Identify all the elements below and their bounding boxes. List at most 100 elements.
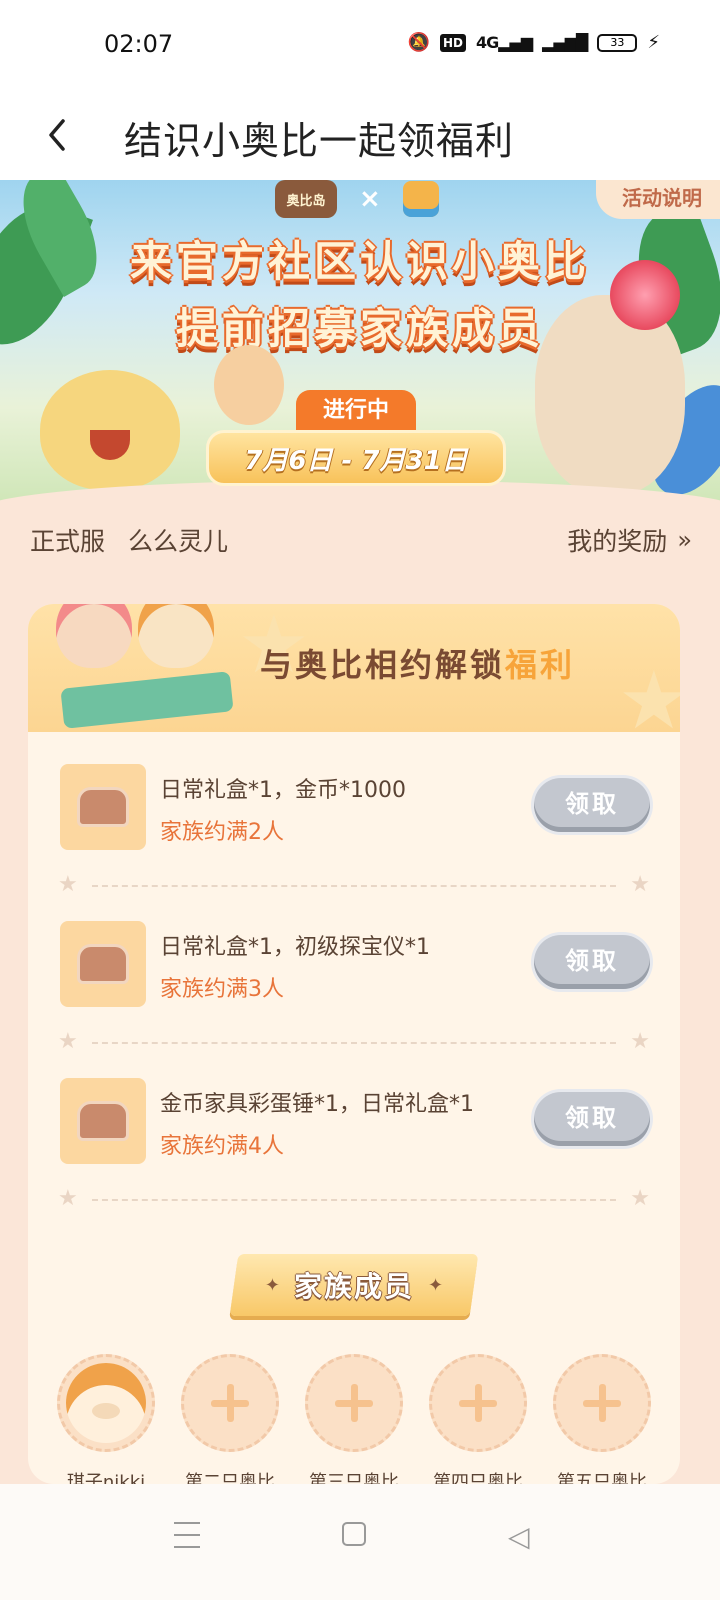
- plus-icon: [350, 1384, 358, 1422]
- banner-logos: 奥比岛 ×: [275, 180, 439, 218]
- plus-icon: [226, 1384, 234, 1422]
- rewards-card-title: 与奥比相约解锁福利: [260, 640, 575, 686]
- add-member-button: [305, 1354, 403, 1452]
- plus-icon: [598, 1384, 606, 1422]
- my-rewards-label: 我的奖励: [567, 527, 668, 556]
- activity-rules-button[interactable]: 活动说明: [596, 180, 720, 219]
- member-slot[interactable]: 第三只奥比: [304, 1354, 404, 1484]
- claim-button[interactable]: 领取: [534, 935, 650, 989]
- reward-item: 日常礼盒*1，初级探宝仪*1 家族约满3人 领取: [60, 921, 650, 1011]
- status-bar: 02:07 🔕 HD 4G▂▄▆ ▂▄▆█ 33 ⚡: [0, 0, 720, 90]
- dashed-line: [92, 1042, 616, 1044]
- member-name: 琪子nikki: [66, 1472, 146, 1484]
- claim-button[interactable]: 领取: [534, 778, 650, 832]
- chest-shape: [77, 787, 129, 827]
- family-members-ribbon: ✦ 家族成员 ✦: [229, 1254, 479, 1316]
- chevron-left-icon: [49, 119, 65, 151]
- reward-name: 金币家具彩蛋锤*1，日常礼盒*1: [160, 1092, 474, 1117]
- plus-icon: [474, 1384, 482, 1422]
- aobi-island-logo: 奥比岛: [275, 180, 337, 218]
- rewards-card: ★ ★ 与奥比相约解锁福利 日常礼盒*1，金币*1000 家族约满2人 领取 ★…: [28, 604, 680, 1484]
- add-member-button: [429, 1354, 527, 1452]
- rewards-title-main: 与奥比相约解锁: [260, 646, 506, 684]
- rose-decoration: [610, 260, 680, 330]
- battery-icon: 33: [597, 33, 638, 52]
- home-square-icon[interactable]: [342, 1522, 366, 1546]
- treasure-map-illustration: [60, 671, 234, 729]
- chest-coins-icon: [60, 764, 146, 850]
- member-slot[interactable]: 第四只奥比: [428, 1354, 528, 1484]
- pink-bear-mascot: [56, 604, 132, 668]
- reward-condition: 家族约满2人: [160, 820, 284, 845]
- bell-off-icon: 🔕: [407, 32, 430, 53]
- back-triangle-icon[interactable]: ◁: [508, 1520, 530, 1553]
- chest-hammer-icon: [60, 1078, 146, 1164]
- rewards-title-highlight: 福利: [505, 646, 576, 684]
- battery-level: 33: [610, 35, 625, 49]
- star-decoration: ★: [618, 654, 680, 747]
- star-icon: ★: [58, 1029, 78, 1054]
- star-icon: ★: [630, 872, 650, 897]
- bear-avatar-icon: [66, 1363, 146, 1443]
- member-slot[interactable]: 第五只奥比: [552, 1354, 652, 1484]
- member-slot[interactable]: 第二只奥比: [180, 1354, 280, 1484]
- event-status-badge: 进行中: [296, 390, 416, 432]
- ribbon-inner: ✦ 家族成员 ✦: [234, 1254, 474, 1316]
- sparkle-icon: ✦: [428, 1274, 444, 1296]
- divider: ★ ★: [58, 1029, 650, 1055]
- member-name: 第三只奥比: [309, 1472, 399, 1484]
- divider: ★ ★: [58, 1186, 650, 1212]
- member-name: 第五只奥比: [557, 1472, 647, 1484]
- server-label: 正式服: [30, 527, 106, 556]
- mascot-boy-illustration: [214, 345, 284, 425]
- signal-4g-icon: 4G▂▄▆: [475, 33, 533, 52]
- member-name: 第二只奥比: [185, 1472, 275, 1484]
- menu-icon[interactable]: [174, 1522, 200, 1548]
- reward-condition: 家族约满3人: [160, 977, 284, 1002]
- reward-item: 日常礼盒*1，金币*1000 家族约满2人 领取: [60, 764, 650, 854]
- collab-x: ×: [359, 184, 381, 214]
- add-member-button: [553, 1354, 651, 1452]
- orange-bear-mascot: [138, 604, 214, 668]
- charging-icon: ⚡: [647, 32, 660, 53]
- divider: ★ ★: [58, 872, 650, 898]
- reward-name: 日常礼盒*1，金币*1000: [160, 778, 406, 803]
- chest-detector-icon: [60, 921, 146, 1007]
- back-button[interactable]: [32, 108, 82, 162]
- reward-name: 日常礼盒*1，初级探宝仪*1: [160, 935, 430, 960]
- header: 结识小奥比一起领福利: [0, 90, 720, 180]
- double-chevron-right-icon: »: [677, 526, 692, 554]
- star-icon: ★: [58, 1186, 78, 1211]
- chest-shape: [77, 944, 129, 984]
- rewards-card-header: ★ ★ 与奥比相约解锁福利: [28, 604, 680, 747]
- server-name: 么么灵儿: [128, 527, 229, 556]
- star-icon: ★: [630, 1029, 650, 1054]
- event-date-range: 7月6日 - 7月31日: [206, 430, 506, 486]
- add-member-button: [181, 1354, 279, 1452]
- sparkle-icon: ✦: [264, 1274, 280, 1296]
- chest-shape: [77, 1101, 129, 1141]
- signal-bars-icon: ▂▄▆█: [542, 33, 588, 52]
- event-banner: 奥比岛 × 活动说明 来官方社区认识小奥比 提前招募家族成员 进行中 7月6日 …: [0, 180, 720, 505]
- my-rewards-link[interactable]: 我的奖励 »: [567, 522, 692, 558]
- star-icon: ★: [58, 872, 78, 897]
- network-type: 4G: [475, 33, 499, 52]
- system-nav-bar: ◁: [0, 1484, 720, 1600]
- dashed-line: [92, 885, 616, 887]
- star-icon: ★: [630, 1186, 650, 1211]
- reward-item: 金币家具彩蛋锤*1，日常礼盒*1 家族约满4人 领取: [60, 1078, 650, 1168]
- hd-icon: HD: [439, 33, 466, 52]
- claim-button[interactable]: 领取: [534, 1092, 650, 1146]
- dashed-line: [92, 1199, 616, 1201]
- reward-condition: 家族约满4人: [160, 1134, 284, 1159]
- member-slot[interactable]: 琪子nikki: [56, 1354, 156, 1484]
- family-members-list: 琪子nikki 第二只奥比 第三只奥比 第四只奥比 第五只奥比: [56, 1354, 656, 1484]
- family-members-title: 家族成员: [293, 1270, 414, 1303]
- page-title: 结识小奥比一起领福利: [124, 119, 515, 163]
- status-time: 02:07: [104, 30, 174, 58]
- avatar: [57, 1354, 155, 1452]
- community-logo: [402, 181, 439, 217]
- status-icons: 🔕 HD 4G▂▄▆ ▂▄▆█ 33 ⚡: [408, 32, 660, 53]
- mascot-pair-illustration: [42, 604, 238, 729]
- mascot-chick-illustration: [40, 370, 180, 490]
